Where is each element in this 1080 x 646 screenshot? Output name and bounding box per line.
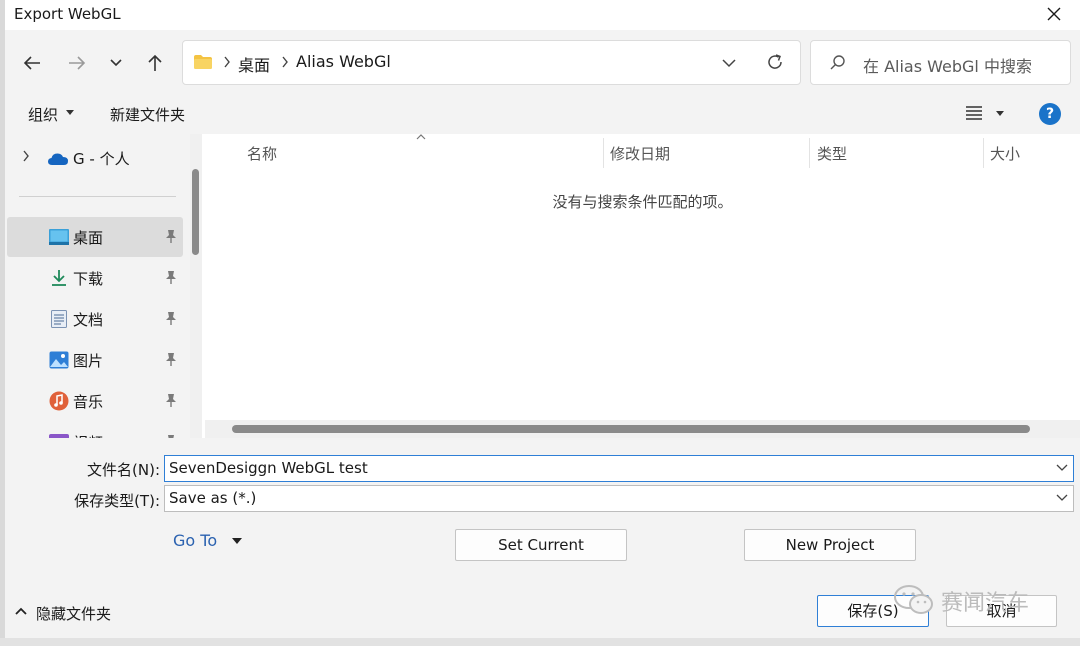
scrollbar-thumb[interactable]: [192, 169, 199, 255]
navigation-pane: G - 个人 桌面 下载 文档 图片 音乐 视频: [5, 134, 202, 438]
pin-icon[interactable]: [165, 229, 177, 243]
desktop-icon: [49, 227, 69, 247]
help-button[interactable]: ?: [1039, 103, 1061, 125]
filename-field[interactable]: SevenDesiggn WebGL test: [164, 455, 1074, 482]
window-title: Export WebGL: [14, 5, 121, 23]
refresh-icon[interactable]: [765, 52, 785, 72]
folder-icon: [194, 55, 212, 69]
pin-icon[interactable]: [165, 352, 177, 366]
chevron-right-icon[interactable]: [22, 150, 30, 162]
column-header-size[interactable]: 大小: [990, 143, 1020, 164]
cloud-icon: [48, 153, 68, 165]
music-icon: [49, 391, 69, 411]
address-bar[interactable]: 桌面 Alias WebGl: [182, 40, 801, 85]
chevron-down-icon[interactable]: [1056, 464, 1068, 472]
sidebar-item-downloads[interactable]: 下载: [7, 258, 183, 298]
filename-value: SevenDesiggn WebGL test: [169, 459, 368, 477]
picture-icon: [49, 350, 69, 370]
chevron-down-icon: [110, 59, 122, 67]
file-list: 名称 修改日期 类型 大小 没有与搜索条件匹配的项。: [205, 134, 1080, 438]
scrollbar-thumb[interactable]: [232, 425, 1030, 433]
sidebar-item-label: 下载: [73, 270, 104, 288]
sidebar-item-label: 桌面: [73, 229, 104, 247]
pin-icon[interactable]: [165, 270, 177, 284]
sidebar-item-pictures[interactable]: 图片: [7, 340, 183, 380]
filetype-label: 保存类型(T):: [74, 492, 160, 510]
save-options-panel: 文件名(N): SevenDesiggn WebGL test 保存类型(T):…: [5, 438, 1080, 638]
sidebar-item-label: 音乐: [73, 393, 104, 411]
column-divider[interactable]: [603, 138, 604, 168]
document-icon: [49, 309, 69, 329]
chevron-down-icon[interactable]: [1056, 494, 1068, 502]
breadcrumb-separator-icon: [224, 56, 230, 68]
watermark-text: 赛闻汽车: [941, 591, 1030, 616]
breadcrumb-separator-icon: [282, 56, 288, 68]
wechat-icon: [894, 585, 933, 614]
forward-button[interactable]: [62, 48, 92, 78]
chevron-down-icon[interactable]: [721, 53, 737, 73]
sidebar-item-music[interactable]: 音乐: [7, 381, 183, 421]
organize-button[interactable]: 组织: [28, 104, 58, 125]
close-button[interactable]: [1036, 0, 1072, 28]
arrow-left-icon: [23, 56, 40, 70]
sidebar-item-documents[interactable]: 文档: [7, 299, 183, 339]
close-icon: [1047, 7, 1061, 21]
column-header-name[interactable]: 名称: [247, 143, 277, 164]
sidebar-divider: [19, 196, 176, 197]
window-edge-bottom: [0, 638, 1080, 646]
arrow-up-icon: [148, 54, 162, 71]
help-icon: ?: [1045, 106, 1055, 122]
hide-folders-label: 隐藏文件夹: [36, 605, 112, 623]
search-icon: [830, 55, 845, 70]
download-icon: [49, 268, 69, 288]
sidebar-item-videos[interactable]: 视频: [7, 422, 183, 438]
sidebar-item-label: G - 个人: [73, 150, 130, 168]
caret-down-icon: [66, 110, 74, 115]
breadcrumb-desktop[interactable]: 桌面: [238, 52, 270, 76]
empty-message: 没有与搜索条件匹配的项。: [552, 193, 733, 211]
filetype-value: Save as (*.): [169, 489, 257, 507]
chevron-up-icon: [15, 607, 27, 615]
arrow-right-icon: [69, 56, 86, 70]
column-divider[interactable]: [809, 138, 810, 168]
pin-icon[interactable]: [165, 311, 177, 325]
column-divider[interactable]: [983, 138, 984, 168]
search-placeholder: 在 Alias WebGl 中搜索: [863, 57, 1032, 76]
sidebar-item-onedrive[interactable]: G - 个人: [5, 140, 185, 174]
recent-locations-button[interactable]: [101, 48, 131, 78]
title-bar: Export WebGL: [5, 0, 1080, 30]
up-button[interactable]: [140, 48, 170, 78]
column-header-type[interactable]: 类型: [817, 143, 847, 164]
sidebar-item-label: 图片: [73, 352, 104, 370]
filename-label: 文件名(N):: [87, 461, 160, 479]
caret-down-icon[interactable]: [232, 538, 242, 544]
view-options-icon[interactable]: [966, 106, 1008, 120]
back-button[interactable]: [17, 48, 47, 78]
horizontal-scrollbar[interactable]: [205, 420, 1080, 438]
new-folder-button[interactable]: 新建文件夹: [110, 104, 185, 125]
column-header-modified[interactable]: 修改日期: [610, 143, 670, 164]
sidebar-scrollbar[interactable]: [190, 134, 202, 438]
sidebar-item-desktop[interactable]: 桌面: [7, 217, 183, 257]
search-box[interactable]: 在 Alias WebGl 中搜索: [810, 40, 1071, 85]
watermark: 赛闻汽车: [893, 581, 1053, 621]
sort-ascending-icon: [416, 134, 426, 140]
pin-icon[interactable]: [165, 393, 177, 407]
command-toolbar: 组织 新建文件夹 ?: [5, 94, 1080, 134]
new-project-button[interactable]: New Project: [744, 529, 916, 561]
goto-link[interactable]: Go To: [173, 531, 217, 550]
breadcrumb-alias-webgl[interactable]: Alias WebGl: [296, 52, 391, 71]
filetype-select[interactable]: Save as (*.): [164, 485, 1074, 512]
sidebar-item-label: 文档: [73, 311, 104, 329]
navigation-bar: 桌面 Alias WebGl 在 Alias WebGl 中搜索: [5, 30, 1080, 94]
set-current-button[interactable]: Set Current: [455, 529, 627, 561]
